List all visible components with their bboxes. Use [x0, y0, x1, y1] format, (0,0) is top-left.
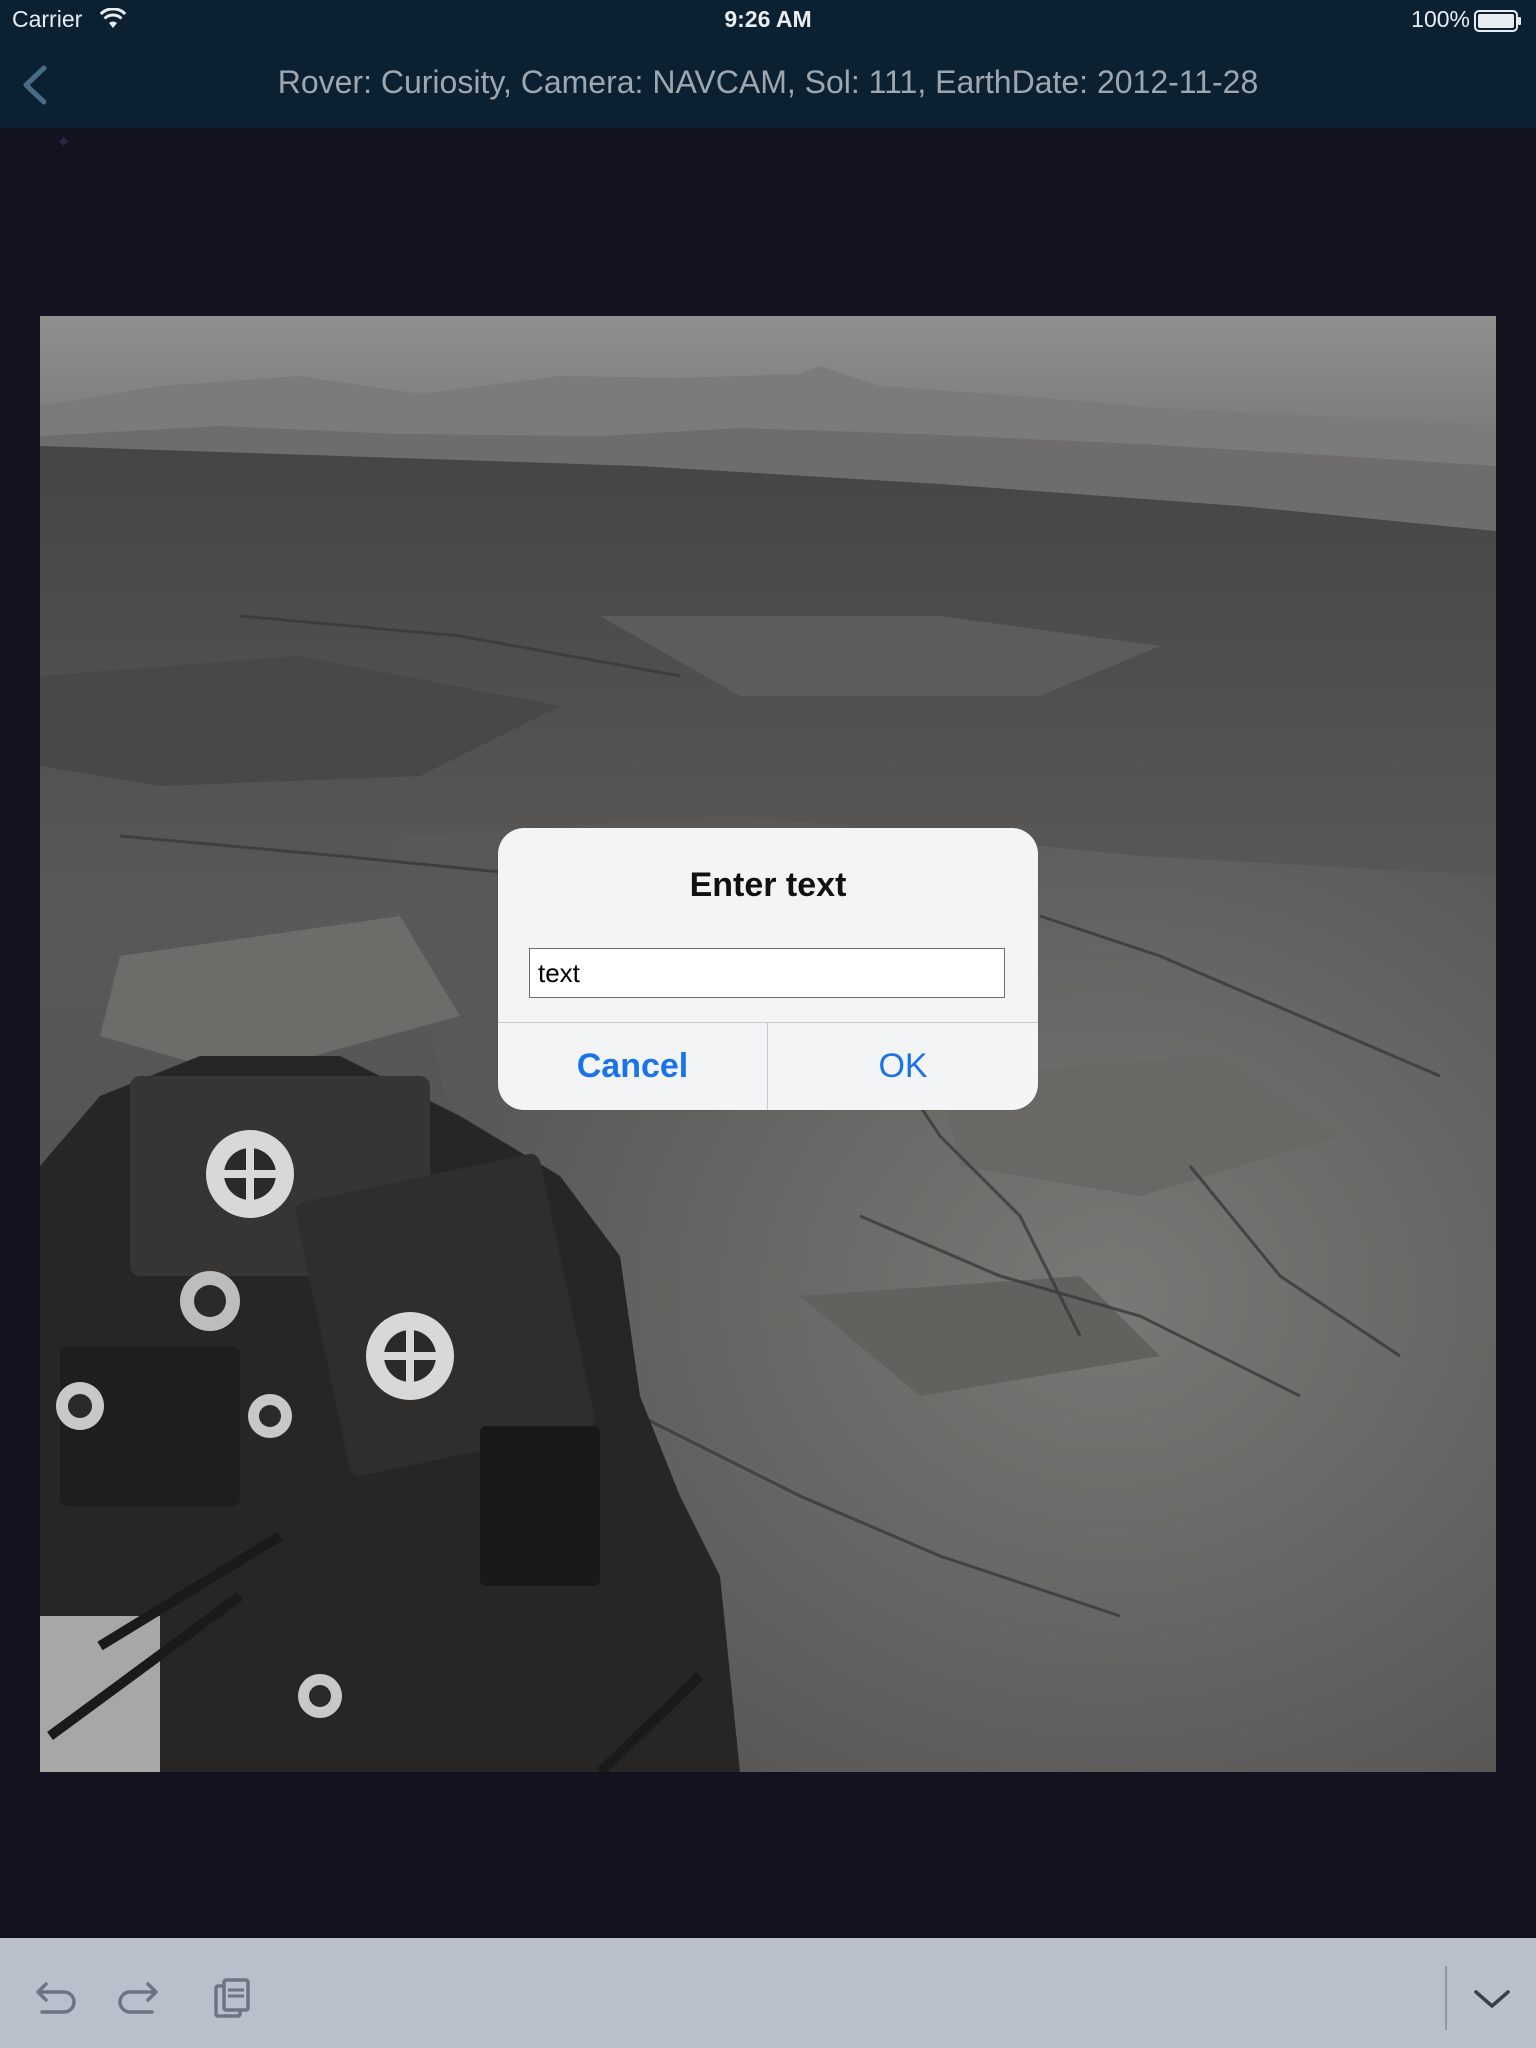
- undo-button[interactable]: [28, 1976, 76, 2020]
- paste-icon: [214, 1978, 250, 2018]
- dialog-text-input[interactable]: [529, 948, 1005, 998]
- paste-button[interactable]: [210, 1976, 258, 2020]
- redo-button[interactable]: [118, 1976, 166, 2020]
- chevron-down-icon: [1474, 1990, 1510, 2008]
- redo-icon: [118, 1982, 158, 2014]
- enter-text-dialog: Enter text Cancel OK: [498, 828, 1038, 1110]
- dialog-title: Enter text: [689, 866, 847, 904]
- keyboard-accessory-toolbar: [0, 1938, 1536, 2048]
- toolbar-separator: [1445, 1966, 1447, 2030]
- ok-button[interactable]: OK: [768, 1023, 1038, 1110]
- cancel-button[interactable]: Cancel: [498, 1023, 767, 1110]
- dismiss-keyboard-button[interactable]: [1468, 1976, 1516, 2020]
- undo-icon: [36, 1982, 76, 2014]
